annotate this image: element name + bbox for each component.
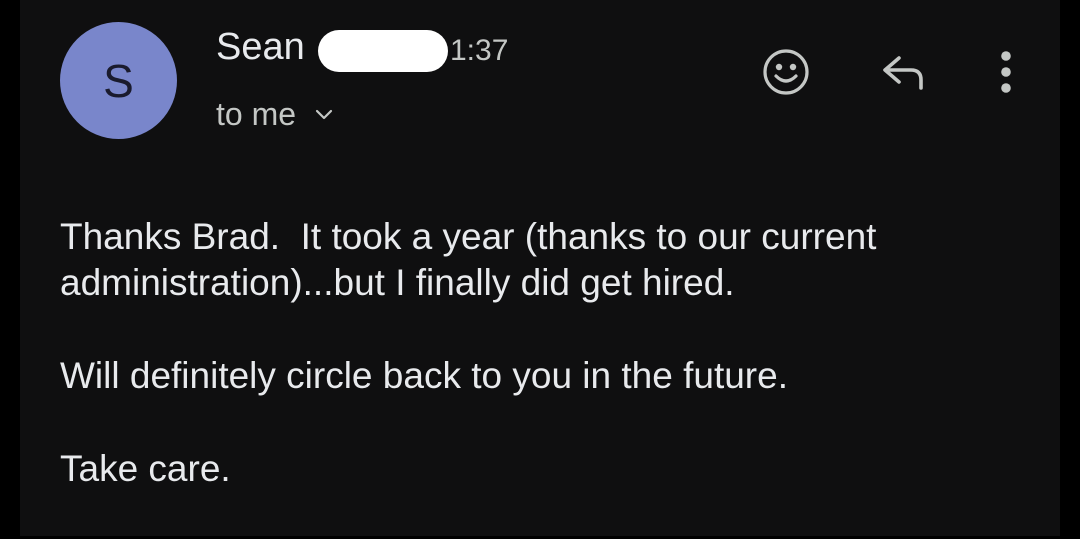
avatar-letter: S [103, 54, 134, 107]
add-reaction-button[interactable] [758, 44, 814, 100]
message-line: Will definitely circle back to you in th… [60, 355, 788, 396]
message-line: Take care. [60, 448, 231, 489]
smiley-face-icon [763, 49, 809, 95]
sender-name[interactable]: Sean [216, 26, 305, 69]
message-body: Thanks Brad. It took a year (thanks to o… [60, 214, 1020, 539]
message-line: Thanks Brad. It took a year (thanks to o… [60, 216, 877, 257]
more-vertical-icon [1001, 51, 1011, 93]
message-paragraph: Take care. [60, 446, 1020, 492]
recipient-details-toggle[interactable]: to me [216, 96, 334, 133]
message-paragraph: Thanks Brad. It took a year (thanks to o… [60, 214, 1020, 306]
reply-arrow-icon [883, 56, 923, 90]
message-time: 1:37 [450, 34, 509, 67]
reply-button[interactable] [874, 46, 934, 98]
message-line: administration)...but I finally did get … [60, 262, 735, 303]
chevron-down-icon [315, 109, 333, 119]
avatar[interactable]: S [60, 22, 177, 139]
message-paragraph: Will definitely circle back to you in th… [60, 353, 1020, 399]
recipient-label: to me [216, 96, 297, 132]
redacted-surname [318, 30, 448, 72]
more-options-button[interactable] [988, 44, 1024, 100]
